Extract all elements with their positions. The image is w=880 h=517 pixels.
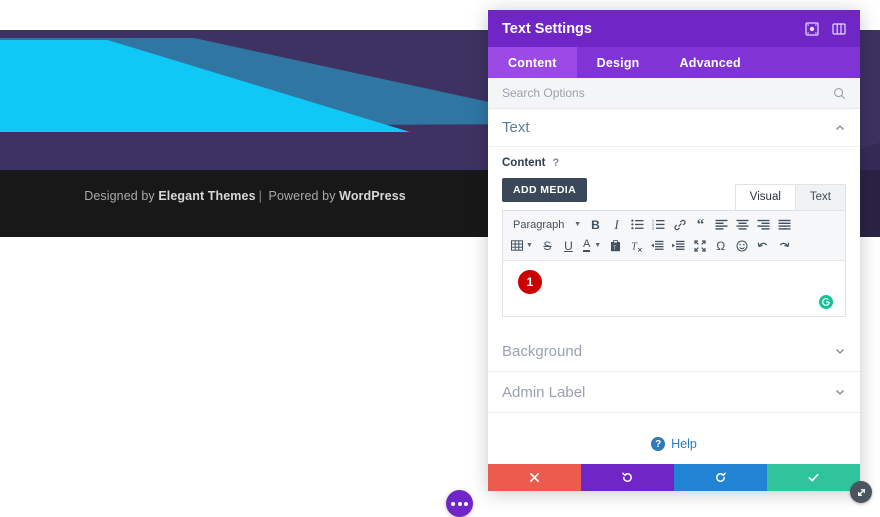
section-title-background: Background — [502, 342, 583, 360]
numbered-list-icon[interactable]: 1 2 3 — [648, 215, 669, 235]
caret-down-icon: ▼ — [594, 242, 602, 249]
bulleted-list-icon[interactable] — [627, 215, 648, 235]
section-header-admin-label[interactable]: Admin Label — [488, 372, 860, 413]
align-right-icon[interactable] — [753, 215, 774, 235]
section-body-text: Content ? ADD MEDIA Visual Text Paragrap… — [488, 147, 860, 331]
tab-text[interactable]: Text — [794, 184, 846, 210]
section-title-admin-label: Admin Label — [502, 383, 586, 401]
format-select-value: Paragraph — [513, 218, 565, 231]
add-media-button[interactable]: ADD MEDIA — [502, 178, 588, 202]
ellipsis-icon — [457, 501, 462, 506]
editor-mode-tabs: Visual Text — [734, 184, 846, 210]
modal-header: Text Settings — [488, 10, 860, 47]
editor-content-area[interactable]: 1 — [503, 261, 845, 316]
italic-icon[interactable]: I — [606, 215, 627, 235]
special-character-icon[interactable]: Ω — [710, 236, 731, 256]
section-title-text: Text — [502, 119, 530, 136]
modal-tabs: Content Design Advanced — [488, 47, 860, 78]
search-icon[interactable] — [833, 87, 846, 100]
caret-down-icon: ▼ — [574, 221, 581, 228]
tab-visual[interactable]: Visual — [734, 184, 796, 210]
search-input[interactable] — [502, 86, 833, 100]
ellipsis-icon — [464, 501, 468, 506]
indent-icon[interactable] — [668, 236, 689, 256]
chevron-down-icon[interactable] — [834, 386, 846, 398]
page-settings-button[interactable] — [446, 490, 473, 517]
table-icon[interactable]: ▼ — [507, 236, 537, 256]
grammarly-icon[interactable] — [819, 295, 833, 309]
align-center-icon[interactable] — [732, 215, 753, 235]
toolbar-row-1: Paragraph ▼ B I 1 2 3 “ — [507, 214, 841, 235]
outdent-icon[interactable] — [647, 236, 668, 256]
svg-text:T: T — [613, 245, 616, 251]
svg-text:3: 3 — [652, 227, 654, 230]
clear-formatting-icon[interactable]: T — [626, 236, 647, 256]
ellipsis-icon — [451, 501, 455, 506]
redo-icon[interactable] — [773, 236, 794, 256]
svg-text:T: T — [631, 241, 638, 251]
link-icon[interactable] — [669, 215, 690, 235]
footer-credit: Designed by Elegant Themes | Powered by W… — [0, 189, 490, 203]
undo-button[interactable] — [581, 464, 674, 491]
wysiwyg-editor: Visual Text Paragraph ▼ B I 1 2 3 “ ▼ S … — [502, 184, 846, 317]
content-field-label-row: Content ? — [502, 157, 846, 169]
chevron-down-icon[interactable] — [834, 345, 846, 357]
tab-content[interactable]: Content — [488, 47, 577, 78]
format-select[interactable]: Paragraph ▼ — [507, 219, 585, 231]
modal-body: Text Content ? ADD MEDIA Visual Text Par… — [488, 109, 860, 464]
align-left-icon[interactable] — [711, 215, 732, 235]
save-button[interactable] — [767, 464, 860, 491]
footer-platform-link[interactable]: WordPress — [339, 189, 406, 203]
footer-prefix: Designed by — [84, 189, 159, 203]
paste-as-text-icon[interactable]: T — [605, 236, 626, 256]
strikethrough-icon[interactable]: S — [537, 236, 558, 256]
undo-icon[interactable] — [752, 236, 773, 256]
fullscreen-icon[interactable] — [689, 236, 710, 256]
caret-down-icon: ▼ — [526, 242, 533, 249]
modal-action-bar — [488, 464, 860, 491]
toolbar-row-2: ▼ S U A ▼ T T Ω — [507, 235, 841, 256]
modal-title: Text Settings — [502, 20, 592, 37]
screen: Designed by Elegant Themes | Powered by W… — [0, 0, 880, 517]
help-label: Help — [671, 437, 697, 451]
redo-button[interactable] — [674, 464, 767, 491]
underline-icon[interactable]: U — [558, 236, 579, 256]
align-justify-icon[interactable] — [774, 215, 795, 235]
search-options-row — [488, 78, 860, 109]
bold-icon[interactable]: B — [585, 215, 606, 235]
text-color-icon[interactable]: A ▼ — [579, 236, 605, 256]
footer-separator: | — [258, 189, 262, 203]
tab-design[interactable]: Design — [577, 47, 660, 78]
tab-advanced[interactable]: Advanced — [660, 47, 761, 78]
footer-brand-link[interactable]: Elegant Themes — [158, 189, 255, 203]
editor-box: Paragraph ▼ B I 1 2 3 “ ▼ S U A ▼ T T Ω … — [502, 210, 846, 317]
content-field-label: Content — [502, 157, 546, 169]
text-settings-modal: Text Settings Content Design Advanced Se… — [488, 10, 872, 503]
help-tooltip-icon[interactable]: ? — [552, 157, 559, 169]
modal-header-actions — [804, 21, 846, 36]
expand-icon[interactable] — [804, 21, 819, 36]
help-link[interactable]: ? Help — [488, 413, 860, 451]
editor-toolbar: Paragraph ▼ B I 1 2 3 “ ▼ S U A ▼ T T Ω — [503, 211, 845, 261]
section-header-text[interactable]: Text — [488, 109, 860, 147]
step-badge: 1 — [518, 270, 542, 294]
blockquote-icon[interactable]: “ — [690, 215, 711, 235]
footer-middle: Powered by — [264, 189, 340, 203]
cancel-button[interactable] — [488, 464, 581, 491]
resize-handle[interactable] — [850, 481, 872, 503]
section-header-background[interactable]: Background — [488, 331, 860, 372]
layout-panel-icon[interactable] — [831, 21, 846, 36]
help-icon: ? — [651, 437, 666, 451]
chevron-up-icon[interactable] — [834, 122, 846, 134]
emoji-icon[interactable] — [731, 236, 752, 256]
